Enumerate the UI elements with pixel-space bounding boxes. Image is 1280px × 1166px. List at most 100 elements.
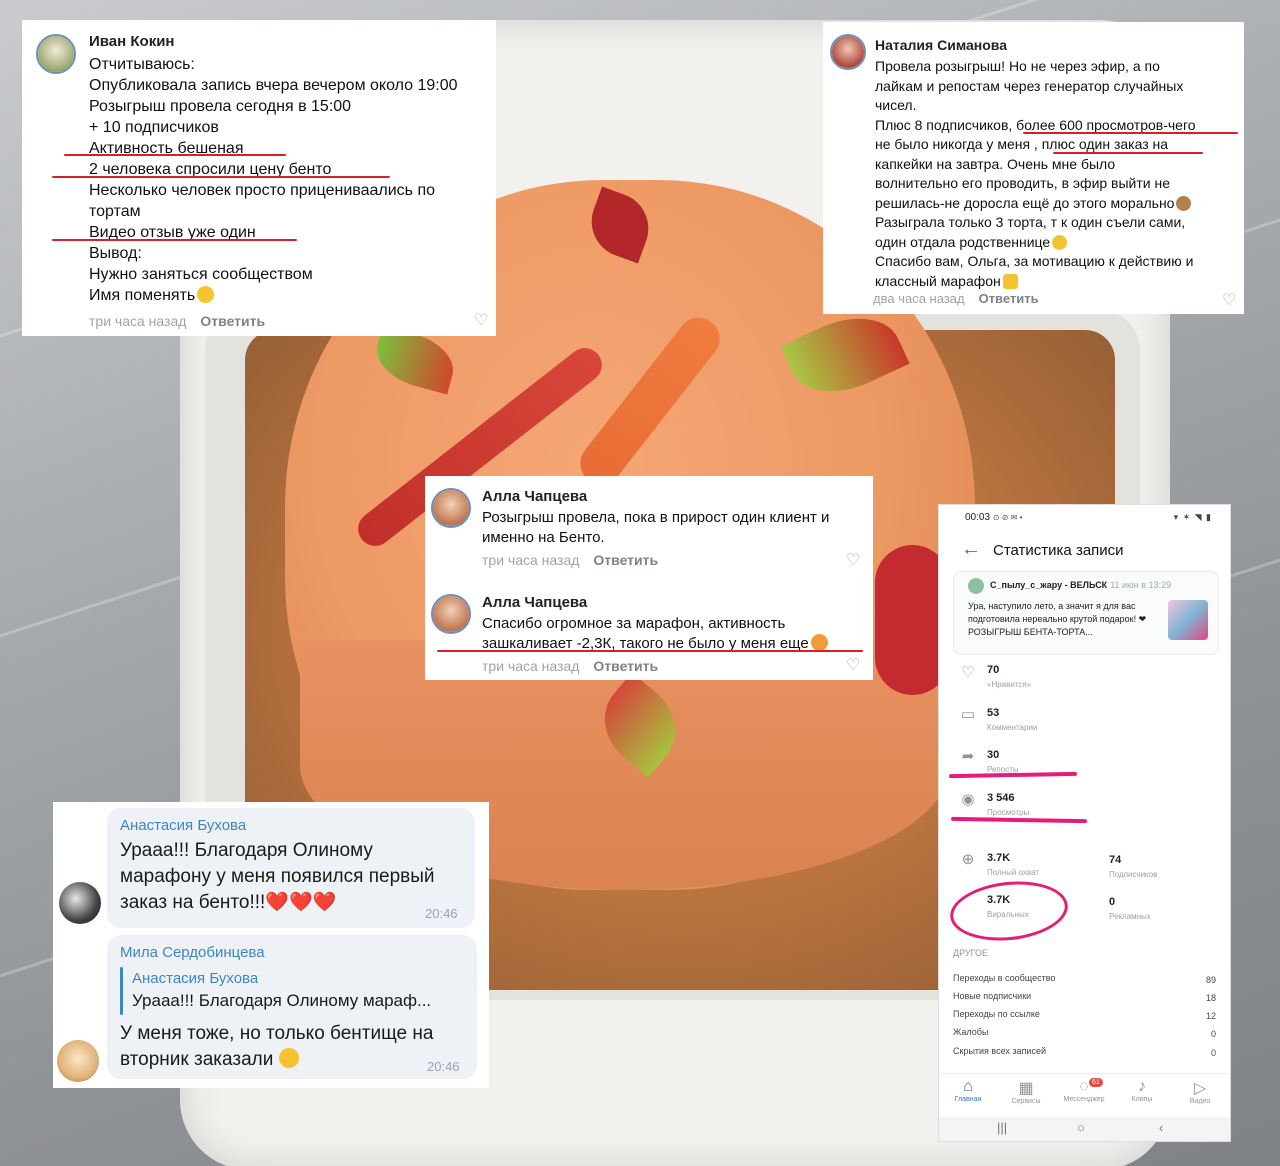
share-icon: ➦ — [961, 748, 975, 765]
post-date: 11 июн в 13:29 — [1110, 580, 1172, 590]
reach-count: 3.7K — [987, 852, 1011, 864]
reply-button[interactable]: Ответить — [979, 291, 1039, 306]
avatar[interactable] — [830, 34, 866, 70]
comment-author[interactable]: Иван Кокин — [89, 33, 174, 50]
message-line: Урааа!!! Благодаря Олиному — [120, 840, 373, 861]
comment-line: Спасибо вам, Ольга, за мотивацию к дейст… — [875, 253, 1194, 269]
red-hearts-icon: ❤️❤️❤️ — [265, 892, 337, 913]
comment-time: три часа назад — [482, 552, 580, 568]
comment-line: чисел. — [875, 97, 917, 113]
like-heart-icon[interactable]: ♡ — [846, 553, 862, 569]
message-line: заказ на бенто!!! — [120, 892, 266, 913]
comment-text: Розыгрыш провела, пока в прирост один кл… — [482, 508, 829, 548]
services-icon: ▦ — [1018, 1080, 1034, 1097]
tab-messenger[interactable]: ◌ Мессенджер 61 — [1055, 1078, 1113, 1103]
subscribers-label: Подписчиков — [1109, 870, 1158, 879]
comment-line: Провела розыгрыш! Но не через эфир, а по — [875, 58, 1160, 74]
comment-meta: два часа назад Ответить — [873, 291, 1039, 306]
comment-text: Провела розыгрыш! Но не через эфир, а по… — [875, 57, 1196, 291]
comment-card-natalia: Наталия Симанова Провела розыгрыш! Но не… — [823, 22, 1244, 314]
message-line: марафону у меня появился первый — [120, 866, 435, 887]
comment-text: Спасибо огромное за марафон, активность … — [482, 614, 828, 654]
sender-name[interactable]: Мила Сердобинцева — [120, 944, 265, 961]
ads-count: 0 — [1109, 896, 1116, 908]
red-underline — [52, 239, 297, 241]
status-bar-icons: ▾ ✶ ◥ ▮ — [1173, 512, 1212, 522]
comment-card-ivan: Иван Кокин Отчитываюсь: Опубликовала зап… — [22, 20, 496, 336]
page-title: Статистика записи — [993, 542, 1124, 559]
like-heart-icon[interactable]: ♡ — [474, 313, 490, 329]
message-text: У меня тоже, но только бентище на вторни… — [120, 1021, 433, 1073]
comment-author[interactable]: Алла Чапцева — [482, 594, 587, 611]
tab-clips[interactable]: ♪ Клипы — [1113, 1078, 1171, 1103]
avatar[interactable] — [59, 882, 101, 924]
home-icon: ⌂ — [963, 1078, 973, 1095]
post-author: С_пылу_с_жару - ВЕЛЬСК 11 июн в 13:29 — [990, 580, 1172, 590]
avatar[interactable] — [36, 34, 76, 74]
comment-line: Опубликовала запись вчера вечером около … — [89, 77, 458, 94]
comment-meta: три часа назад Ответить — [89, 313, 265, 329]
comment-author[interactable]: Наталия Симанова — [875, 37, 1007, 53]
reply-button[interactable]: Ответить — [593, 552, 658, 568]
recent-apps-icon[interactable]: ||| — [997, 1120, 1007, 1135]
comment-meta: три часа назад Ответить — [482, 552, 658, 568]
comment-time: три часа назад — [89, 313, 187, 329]
reach-label: Полный охват — [987, 868, 1040, 877]
comments-count: 53 — [987, 707, 1000, 719]
stat-row-label: Переходы в сообщество — [953, 973, 1056, 983]
message-line: У меня тоже, но только бентище на — [120, 1023, 434, 1044]
likes-label: «Нравится» — [987, 680, 1032, 689]
red-underline — [64, 154, 286, 156]
tab-services[interactable]: ▦ Сервисы — [997, 1078, 1055, 1105]
avatar[interactable] — [57, 1040, 99, 1082]
post-preview[interactable]: С_пылу_с_жару - ВЕЛЬСК 11 июн в 13:29 Ура… — [953, 571, 1219, 655]
eye-icon: ◉ — [961, 791, 975, 808]
like-heart-icon[interactable]: ♡ — [846, 658, 862, 674]
like-heart-icon[interactable]: ♡ — [1222, 293, 1238, 309]
unread-badge: 61 — [1089, 1078, 1103, 1087]
red-underline — [1053, 152, 1203, 154]
avatar[interactable] — [431, 488, 471, 528]
stat-row-value: 18 — [1205, 993, 1216, 1003]
comment-line: Розыгрыш провела сегодня в 15:00 — [89, 98, 352, 115]
zany-face-emoji-icon — [279, 1048, 300, 1068]
reply-button[interactable]: Ответить — [593, 658, 658, 674]
reply-button[interactable]: Ответить — [200, 313, 265, 329]
comment-line: Имя поменять — [89, 287, 196, 304]
stat-row-value: 0 — [1210, 1029, 1216, 1039]
message-time: 20:46 — [425, 906, 458, 921]
subscribers-count: 74 — [1109, 854, 1122, 866]
comment-line: именно на Бенто. — [482, 529, 605, 546]
comment-time: три часа назад — [482, 658, 580, 674]
comment-line: один отдала родственнице — [875, 233, 1051, 250]
comment-line: + 10 подписчиков — [89, 119, 219, 136]
reposts-count: 30 — [987, 749, 1000, 761]
tab-home[interactable]: ⌂ Главная — [939, 1078, 997, 1103]
pink-highlight — [950, 816, 1088, 824]
views-label: Просмотры — [987, 808, 1030, 817]
pink-highlight — [948, 771, 1078, 779]
target-icon: ⊕ — [961, 851, 975, 868]
stat-row-value: 89 — [1205, 975, 1216, 985]
message-bubble[interactable]: Мила Сердобинцева Анастасия Бухова Урааа… — [107, 935, 477, 1079]
back-button-icon[interactable]: ‹ — [1159, 1120, 1163, 1135]
comment-author[interactable]: Алла Чапцева — [482, 488, 587, 505]
chat-screenshot: Анастасия Бухова Урааа!!! Благодаря Олин… — [53, 802, 489, 1088]
stat-row-value: 12 — [1205, 1011, 1216, 1021]
home-button-icon[interactable]: ○ — [1077, 1120, 1085, 1135]
tab-video[interactable]: ▷ Видео — [1171, 1078, 1229, 1105]
comment-text: Отчитываюсь: Опубликовала запись вчера в… — [89, 54, 458, 306]
avatar[interactable] — [431, 594, 471, 634]
comments-label: Комментарии — [987, 723, 1038, 732]
stat-row-label: Жалобы — [953, 1027, 989, 1037]
message-time: 20:46 — [427, 1059, 460, 1074]
comment-line: Спасибо огромное за марафон, активность — [482, 615, 786, 632]
stat-row-label: Переходы по ссылке — [953, 1009, 1040, 1019]
message-bubble[interactable]: Анастасия Бухова Урааа!!! Благодаря Олин… — [107, 808, 475, 928]
sender-name[interactable]: Анастасия Бухова — [120, 817, 246, 834]
hearts-emoji-icon — [810, 634, 828, 651]
laughing-emoji-icon — [197, 286, 215, 303]
comment-time: два часа назад — [873, 291, 965, 306]
back-arrow-icon[interactable]: ← — [961, 538, 981, 561]
stat-row-label: Новые подписчики — [953, 991, 1032, 1001]
